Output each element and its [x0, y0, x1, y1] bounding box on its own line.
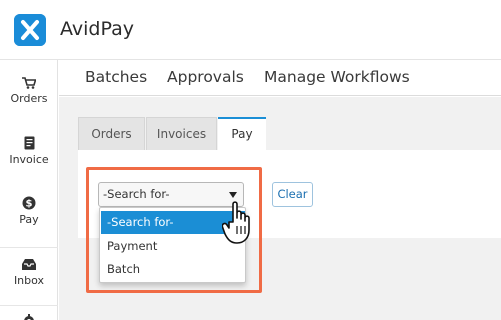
nav-batches[interactable]: Batches [85, 68, 147, 86]
sidebar-divider [0, 305, 58, 306]
sidebar-item-settings[interactable] [0, 314, 58, 320]
sidebar-item-invoice[interactable]: Invoice [0, 136, 58, 166]
tab-pay[interactable]: Pay [218, 117, 266, 151]
sidebar-item-label: Invoice [9, 153, 49, 166]
clear-button[interactable]: Clear [272, 182, 313, 207]
gear-icon [24, 314, 34, 320]
sidebar-item-inbox[interactable]: Inbox [0, 258, 58, 287]
sidebar-item-label: Inbox [13, 274, 45, 287]
top-bar: AvidPay [0, 0, 501, 60]
cart-icon [22, 77, 36, 89]
sidebar-item-orders[interactable]: Orders [0, 77, 58, 105]
nav-approvals[interactable]: Approvals [167, 68, 244, 86]
svg-text:$: $ [26, 199, 33, 210]
tab-orders[interactable]: Orders [78, 117, 145, 150]
sidebar: Orders Invoice $ Pay Inbox [0, 60, 58, 320]
tab-invoices[interactable]: Invoices [146, 117, 217, 150]
sidebar-divider [0, 247, 58, 248]
dollar-circle-icon: $ [22, 196, 36, 210]
sidebar-item-pay[interactable]: $ Pay [0, 196, 58, 226]
top-navigation: Batches Approvals Manage Workflows [59, 60, 501, 96]
sidebar-item-label: Pay [19, 213, 39, 226]
avidpay-logo-icon[interactable] [14, 14, 46, 46]
sidebar-item-label: Orders [10, 92, 48, 105]
app-title: AvidPay [60, 18, 134, 40]
hand-cursor-icon [221, 200, 260, 250]
nav-manage-workflows[interactable]: Manage Workflows [264, 68, 410, 86]
document-icon [24, 136, 34, 150]
inbox-icon [22, 259, 36, 270]
